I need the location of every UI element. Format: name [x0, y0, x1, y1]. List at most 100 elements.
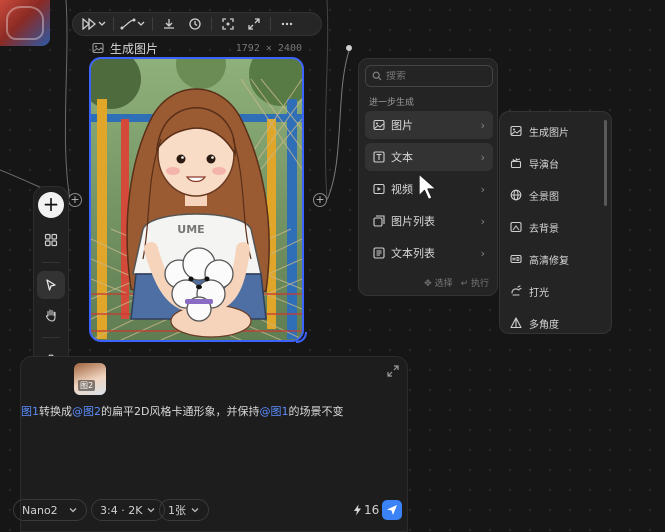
image-submenu: 生成图片 导演台 全景图 去背景 高清修复 打光 多角度	[499, 111, 612, 334]
image-icon	[92, 42, 104, 54]
download-button[interactable]	[159, 15, 179, 33]
generated-image[interactable]: UME	[89, 57, 304, 342]
node-toolbar	[72, 12, 322, 36]
select-tool-button[interactable]	[37, 271, 65, 299]
menu-item-text-list[interactable]: 文本列表 ›	[365, 239, 493, 267]
chevron-right-icon: ›	[480, 246, 485, 260]
text-icon	[373, 151, 385, 163]
menu-item-label: 视频	[391, 183, 413, 196]
model-select[interactable]: Nano2	[13, 499, 87, 521]
submenu-item-multi-angle[interactable]: 多角度	[504, 310, 604, 336]
select-hint: ✥ 选择	[424, 279, 453, 289]
prompt-textarea[interactable]: 图1转换成@图2的扁平2D风格卡通形象，并保持@图1的场景不变	[21, 403, 343, 419]
hand-icon	[46, 309, 56, 322]
image-dimensions: 1792 × 2400	[235, 42, 302, 54]
toolbar-divider	[42, 337, 60, 338]
chevron-down-icon	[191, 508, 199, 513]
expand-icon	[248, 18, 260, 30]
prompt-panel: 图2 图1转换成@图2的扁平2D风格卡通形象，并保持@图1的场景不变 Nano2…	[13, 356, 408, 532]
search-input[interactable]	[386, 70, 476, 82]
add-node-button[interactable]: +	[38, 192, 64, 218]
node-title[interactable]: 生成图片	[110, 40, 158, 57]
menu-item-label: 图片列表	[391, 215, 435, 228]
cube-icon	[510, 317, 522, 329]
node-header: 生成图片 1792 × 2400	[92, 40, 302, 56]
count-select-value: 1张	[168, 504, 186, 517]
grid-icon	[44, 233, 58, 247]
input-port[interactable]: +	[68, 193, 82, 207]
chevron-down-icon	[69, 508, 77, 513]
image-icon	[373, 119, 385, 131]
prompt-text-segment: 的场景不变	[288, 405, 344, 418]
chevron-right-icon: ›	[480, 118, 485, 132]
reference-image-thumbnail[interactable]: 图2	[74, 363, 106, 395]
play-icon	[82, 18, 106, 30]
output-port[interactable]: +	[313, 193, 327, 207]
submenu-item-panorama[interactable]: 全景图	[504, 182, 604, 208]
submenu-item-label: 生成图片	[529, 127, 569, 139]
menu-item-label: 文本	[391, 151, 413, 164]
resize-handle[interactable]	[294, 330, 308, 344]
image-icon	[510, 125, 522, 137]
submenu-item-lighting[interactable]: 打光	[504, 278, 604, 304]
remove-bg-icon	[510, 221, 522, 233]
more-button[interactable]	[277, 15, 297, 33]
crop-button[interactable]	[218, 15, 238, 33]
toolbar-divider	[211, 17, 212, 31]
menu-item-image-list[interactable]: 图片列表 ›	[365, 207, 493, 235]
submenu-item-label: 多角度	[529, 319, 559, 331]
light-icon	[511, 285, 522, 296]
submenu-item-label: 全景图	[529, 191, 559, 203]
send-button[interactable]	[382, 500, 402, 520]
ratio-select-value: 3:4 · 2K	[100, 503, 143, 517]
menu-footer-hints: ✥ 选择 ↵ 执行	[359, 276, 497, 289]
execute-hint: ↵ 执行	[460, 279, 489, 289]
search-icon	[372, 71, 382, 81]
prompt-ref-2: @图2	[72, 405, 101, 418]
prompt-ref-1: 图1	[21, 405, 39, 418]
pan-tool-button[interactable]	[37, 301, 65, 329]
menu-item-image[interactable]: 图片 ›	[365, 111, 493, 139]
submenu-item-remove-bg[interactable]: 去背景	[504, 214, 604, 240]
submenu-item-label: 导演台	[529, 159, 559, 171]
submenu-item-director[interactable]: 导演台	[504, 150, 604, 176]
prompt-text-segment: 转换成	[39, 405, 72, 418]
submenu-item-generate-image[interactable]: 生成图片	[504, 118, 604, 144]
fullscreen-button[interactable]	[244, 15, 264, 33]
submenu-scrollbar[interactable]	[604, 120, 607, 206]
previous-node-thumbnail[interactable]	[0, 0, 50, 46]
submenu-item-label: 高清修复	[529, 255, 569, 267]
menu-item-text[interactable]: 文本 ›	[365, 143, 493, 171]
chevron-right-icon: ›	[480, 150, 485, 164]
more-icon	[281, 22, 293, 26]
toolbar-divider	[152, 17, 153, 31]
clapper-icon	[510, 158, 522, 169]
layout-button[interactable]	[37, 226, 65, 254]
shirt-text: UME	[177, 223, 204, 236]
toolbar-divider	[270, 17, 271, 31]
chevron-down-icon	[147, 508, 155, 513]
download-icon	[164, 19, 174, 29]
section-label: 进一步生成	[369, 98, 415, 108]
globe-icon	[510, 189, 522, 201]
chevron-right-icon: ›	[480, 214, 485, 228]
ratio-select[interactable]: 3:4 · 2K	[91, 499, 166, 521]
credit-cost: 16	[353, 503, 379, 517]
curve-button[interactable]	[120, 15, 146, 33]
credit-value: 16	[364, 503, 380, 517]
history-button[interactable]	[185, 15, 205, 33]
expand-icon[interactable]	[387, 365, 399, 377]
submenu-item-hd-restore[interactable]: 高清修复	[504, 246, 604, 272]
hd-icon	[510, 254, 522, 264]
cursor-icon	[46, 279, 56, 291]
prompt-ref-1: @图1	[259, 405, 289, 418]
history-icon	[189, 18, 201, 30]
video-icon	[373, 183, 385, 195]
submenu-item-label: 去背景	[529, 223, 559, 235]
model-select-value: Nano2	[22, 503, 58, 517]
play-button[interactable]	[81, 15, 107, 33]
mouse-cursor-icon	[418, 173, 437, 201]
submenu-item-label: 打光	[529, 287, 549, 299]
menu-search[interactable]	[365, 65, 493, 87]
count-select[interactable]: 1张	[159, 499, 209, 521]
